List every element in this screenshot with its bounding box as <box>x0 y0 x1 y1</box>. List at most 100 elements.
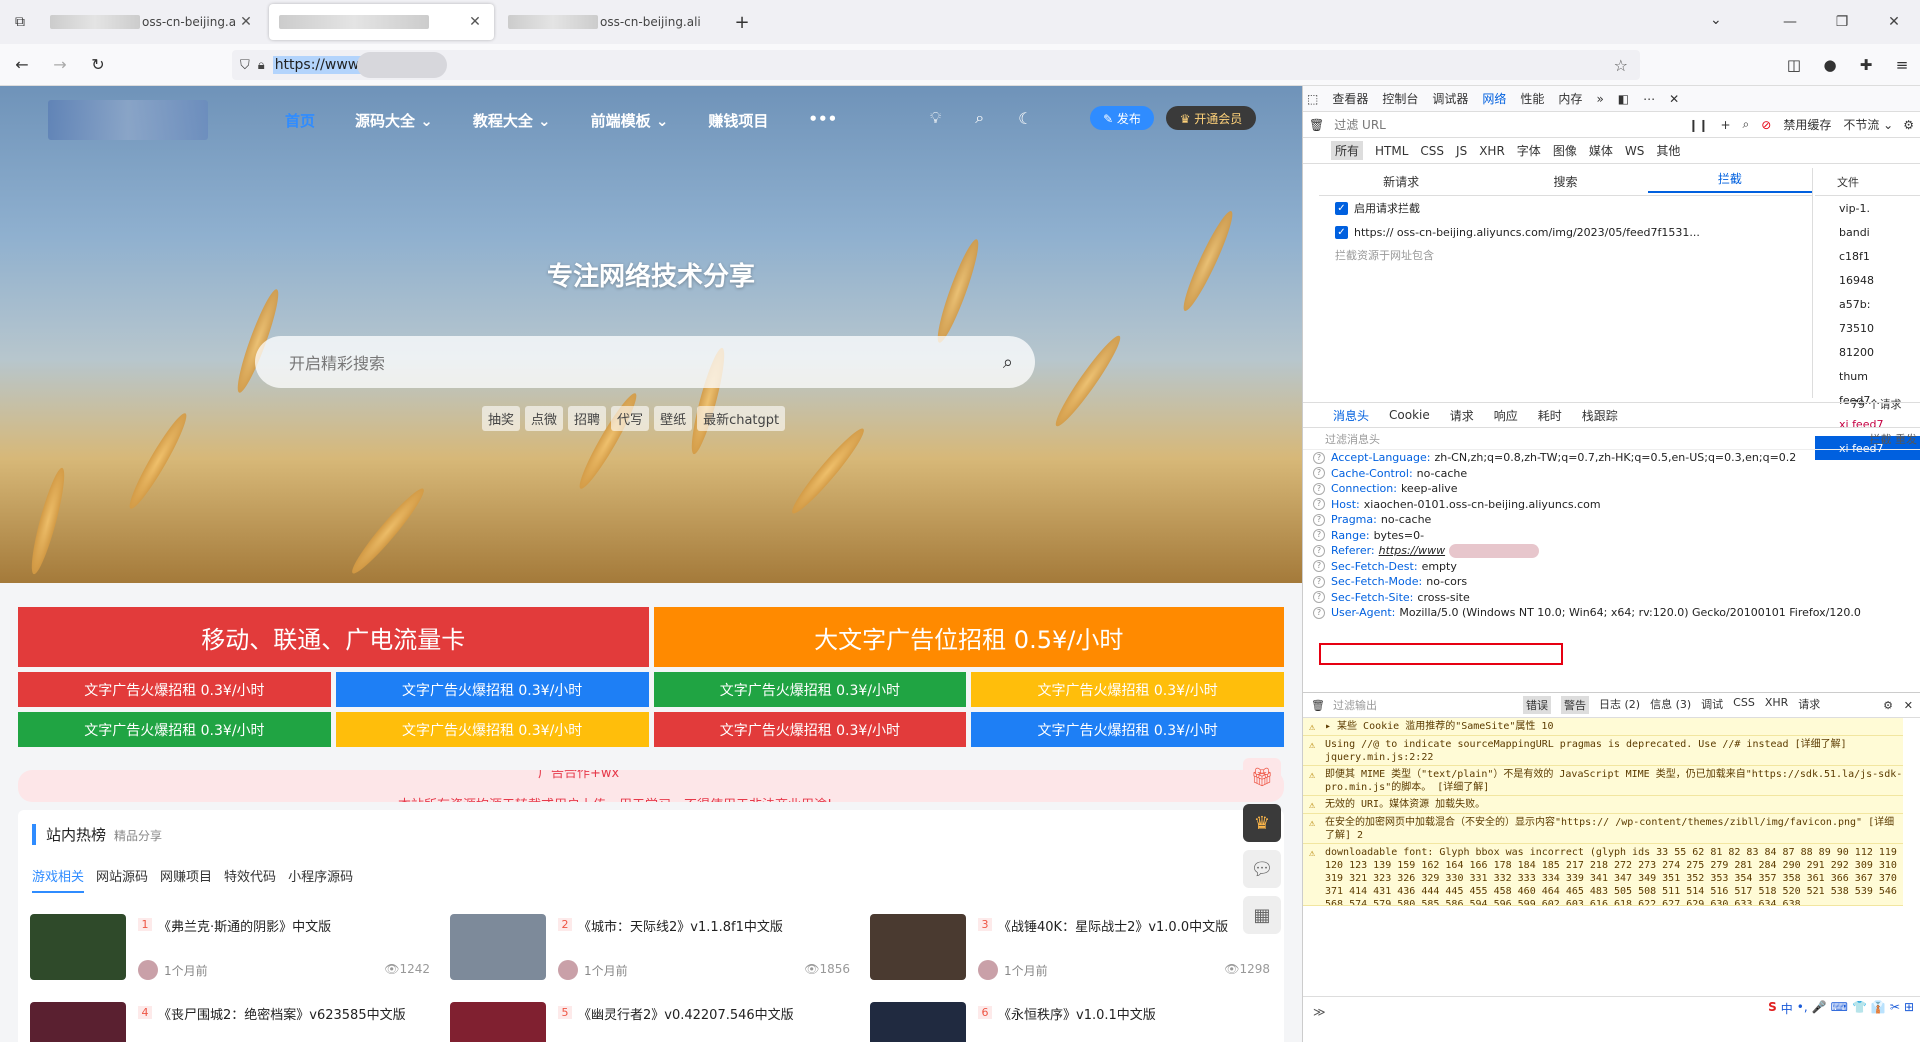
gear-icon[interactable]: ⚙ <box>1903 118 1914 132</box>
level-xhr[interactable]: XHR <box>1765 696 1788 714</box>
search-icon[interactable]: ⌕ <box>1003 352 1013 373</box>
checkbox-checked[interactable]: ✓ <box>1335 201 1348 215</box>
request-row[interactable]: a57b: <box>1815 292 1920 316</box>
more-tools-icon[interactable]: » <box>1596 92 1603 106</box>
browser-tab-3[interactable]: oss-cn-beijing.ali <box>498 4 723 40</box>
microphone-icon[interactable]: 🎤 <box>1812 1000 1827 1017</box>
url-text[interactable]: https://www <box>272 56 362 74</box>
tab-new-request[interactable]: 新请求 <box>1319 173 1483 190</box>
filter-headers-input[interactable]: 过滤消息头 拦截 重发 <box>1303 428 1920 450</box>
tab-blocking[interactable]: 拦截 <box>1647 170 1812 193</box>
header-actions[interactable]: 拦截 重发 <box>1870 431 1918 447</box>
type-filter-item[interactable]: JS <box>1456 144 1467 158</box>
text-ad[interactable]: 文字广告火爆招租 0.3¥/小时 <box>335 712 649 747</box>
close-devtools-icon[interactable]: ✕ <box>1669 92 1679 106</box>
level-info[interactable]: 信息 (3) <box>1650 696 1691 714</box>
text-ad[interactable]: 文字广告火爆招租 0.3¥/小时 <box>18 672 331 707</box>
tool-debugger[interactable]: 调试器 <box>1432 90 1468 107</box>
hot-keyword[interactable]: 抽奖 <box>482 406 521 431</box>
help-icon[interactable]: ? <box>1313 467 1325 480</box>
type-filter-item[interactable]: 媒体 <box>1589 142 1613 159</box>
forward-icon[interactable]: → <box>44 49 76 81</box>
account-icon[interactable]: ● <box>1812 56 1848 74</box>
hot-item[interactable]: 1 《弗兰克·斯通的阴影》中文版 1个月前 👁1242 <box>30 914 430 984</box>
console-message[interactable]: ⚠ downloadable font: Glyph bbox was incor… <box>1303 844 1903 906</box>
type-filter-item[interactable]: 字体 <box>1517 142 1541 159</box>
qrcode-icon[interactable]: ▦ <box>1243 896 1281 934</box>
minimize-button[interactable]: — <box>1764 14 1816 30</box>
menu-item-home[interactable]: 首页 <box>285 110 315 131</box>
console-message[interactable]: ⚠ 无效的 URI。媒体资源 加载失败。 <box>1303 796 1903 814</box>
hot-tab[interactable]: 特效代码 <box>224 866 276 893</box>
console-message[interactable]: ⚠ 在安全的加密网页中加载混合（不安全的）显示内容"https:// /wp-co… <box>1303 814 1903 844</box>
hot-item-thumbnail[interactable] <box>30 914 126 980</box>
tab-response[interactable]: 响应 <box>1494 407 1518 424</box>
help-icon[interactable]: ? <box>1313 482 1325 495</box>
hot-item-thumbnail[interactable] <box>870 914 966 980</box>
publish-button[interactable]: ✎ 发布 <box>1090 106 1154 130</box>
options-icon[interactable]: ⋯ <box>1643 92 1655 106</box>
hot-item-thumbnail[interactable] <box>450 1002 546 1042</box>
hot-tab[interactable]: 网赚项目 <box>160 866 212 893</box>
console-message[interactable]: ⚠ ▸ 某些 Cookie 滥用推荐的"SameSite"属性 10 <box>1303 718 1903 736</box>
hot-keyword[interactable]: 点微 <box>525 406 564 431</box>
crown-icon[interactable]: ♛ <box>1243 804 1281 842</box>
hot-item[interactable]: 3 《战锤40K：星际战士2》v1.0.0中文版 1个月前 👁1298 <box>870 914 1270 984</box>
hot-item[interactable]: 5 《幽灵行者2》v0.42207.546中文版 <box>450 1002 850 1042</box>
menu-item-tutorial[interactable]: 教程大全 ⌄ <box>473 110 551 131</box>
close-tab-icon[interactable]: ✕ <box>237 14 255 30</box>
search-icon[interactable]: ⌕ <box>975 108 984 128</box>
tab-cookie[interactable]: Cookie <box>1389 408 1430 422</box>
block-icon[interactable]: ⊘ <box>1761 118 1771 132</box>
console-message[interactable]: ⚠ Using //@ to indicate sourceMappingURL … <box>1303 736 1903 766</box>
hot-item-thumbnail[interactable] <box>30 1002 126 1042</box>
lock-icon[interactable]: 🔒︎ <box>258 58 265 73</box>
hot-keyword[interactable]: 最新chatgpt <box>697 406 786 431</box>
level-requests[interactable]: 请求 <box>1798 696 1820 714</box>
help-icon[interactable]: ? <box>1313 513 1325 526</box>
tab-request[interactable]: 请求 <box>1450 407 1474 424</box>
big-ad[interactable]: 移动、联通、广电流量卡 <box>18 607 649 667</box>
ime-punct-icon[interactable]: •, <box>1797 1000 1808 1017</box>
help-icon[interactable]: ? <box>1313 591 1325 604</box>
hot-tab[interactable]: 游戏相关 <box>32 866 85 893</box>
request-row[interactable]: 16948 <box>1815 268 1920 292</box>
text-ad[interactable]: 文字广告火爆招租 0.3¥/小时 <box>971 672 1284 707</box>
hot-keyword[interactable]: 代写 <box>611 406 650 431</box>
type-filter-item[interactable]: XHR <box>1479 144 1505 158</box>
text-ad[interactable]: 文字广告火爆招租 0.3¥/小时 <box>18 712 331 747</box>
help-icon[interactable]: ? <box>1313 451 1325 464</box>
tool-console[interactable]: 控制台 <box>1382 90 1418 107</box>
trash-icon[interactable]: 🗑︎ <box>1311 699 1325 712</box>
tab-list-icon[interactable]: ⧉ <box>0 0 40 44</box>
hot-tab[interactable]: 网站源码 <box>96 866 148 893</box>
browser-tab-2[interactable]: ✕ <box>269 4 494 40</box>
hot-item-title[interactable]: 《丧尸围城2：绝密档案》v623585中文版 <box>158 1004 406 1023</box>
trash-icon[interactable]: 🗑︎ <box>1309 118 1324 132</box>
help-icon[interactable]: ? <box>1313 560 1325 573</box>
tab-search[interactable]: 搜索 <box>1483 173 1647 190</box>
throttle-select[interactable]: 不节流 ⌄ <box>1843 116 1893 133</box>
request-row[interactable]: bandi <box>1815 220 1920 244</box>
level-logs[interactable]: 日志 (2) <box>1599 696 1640 714</box>
hot-item-title[interactable]: 《弗兰克·斯通的阴影》中文版 <box>158 916 331 935</box>
new-tab-button[interactable]: + <box>727 4 757 40</box>
shield-icon[interactable]: ⛉ <box>240 58 250 73</box>
help-icon[interactable]: ? <box>1313 544 1325 557</box>
text-ad[interactable]: 文字广告火爆招租 0.3¥/小时 <box>335 672 649 707</box>
shirt-icon[interactable]: 👔 <box>1871 1000 1886 1017</box>
tab-timings[interactable]: 耗时 <box>1538 407 1562 424</box>
hot-item-thumbnail[interactable] <box>870 1002 966 1042</box>
tool-inspector[interactable]: 查看器 <box>1332 90 1368 107</box>
hot-keyword[interactable]: 招聘 <box>568 406 607 431</box>
grid-icon[interactable]: ⊞ <box>1904 1000 1914 1017</box>
menu-item-template[interactable]: 前端模板 ⌄ <box>591 110 669 131</box>
request-row[interactable]: c18f1 <box>1815 244 1920 268</box>
close-console-icon[interactable]: ✕ <box>1904 699 1913 712</box>
enable-blocking-row[interactable]: ✓ 启用请求拦截 <box>1319 196 1812 220</box>
pocket-icon[interactable]: ◫ <box>1776 56 1812 74</box>
hot-item-title[interactable]: 《永恒秩序》v1.0.1中文版 <box>998 1004 1156 1023</box>
help-icon[interactable]: ? <box>1313 575 1325 588</box>
menu-item-earn[interactable]: 赚钱项目 <box>708 110 768 131</box>
gear-icon[interactable]: ⚙ <box>1883 699 1893 712</box>
